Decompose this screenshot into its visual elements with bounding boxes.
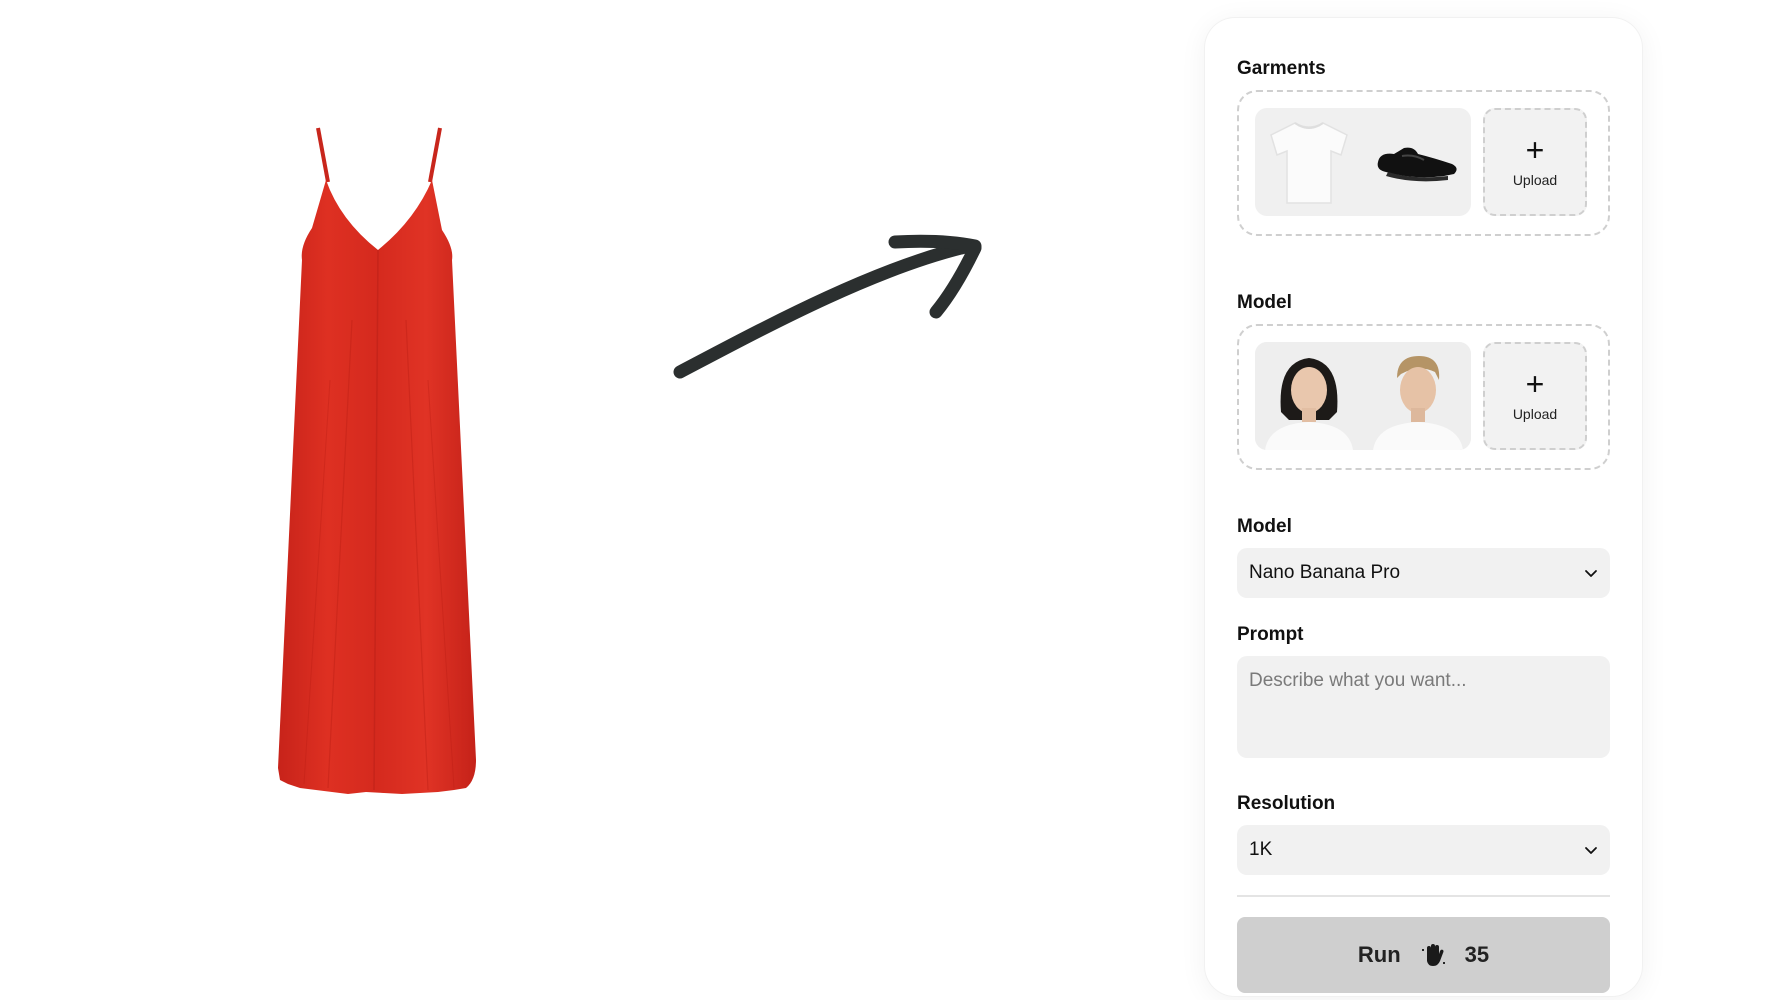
garment-thumb-tshirt[interactable]: [1255, 108, 1363, 216]
model-select-label: Model: [1237, 516, 1292, 537]
prompt-input[interactable]: [1237, 656, 1610, 758]
arrow-icon: [670, 200, 1050, 390]
garment-thumbnails: [1255, 108, 1471, 216]
prompt-block: Prompt: [1237, 624, 1610, 763]
model-dropzone[interactable]: + Upload: [1237, 324, 1610, 470]
chevron-down-icon: [1585, 570, 1597, 577]
red-dress-image: [240, 120, 540, 880]
run-cost: 35: [1464, 942, 1490, 967]
shoe-icon: [1377, 147, 1457, 182]
garments-label: Garments: [1237, 58, 1326, 79]
garment-upload-label: Upload: [1512, 172, 1558, 188]
run-label: Run: [1357, 942, 1401, 967]
female-model-image: [1255, 342, 1363, 450]
divider: [1237, 895, 1610, 897]
credits-hand-icon: [1421, 944, 1445, 966]
tshirt-icon: [1270, 122, 1348, 204]
generation-panel: Garments + Upload Model + Upload Model N…: [1205, 18, 1642, 996]
model-thumbnails: [1255, 342, 1471, 450]
male-model-image: [1363, 342, 1471, 450]
resolution-value: 1K: [1249, 839, 1273, 860]
canvas: Garments + Upload Model + Upload Model N…: [0, 0, 1765, 1000]
plus-icon: +: [1525, 366, 1545, 402]
resolution-select[interactable]: 1K: [1237, 825, 1610, 875]
model-upload-button[interactable]: + Upload: [1483, 342, 1587, 450]
prompt-label: Prompt: [1237, 624, 1304, 645]
model-upload-label: Upload: [1512, 406, 1558, 422]
model-select-value: Nano Banana Pro: [1249, 562, 1401, 583]
model-images-section: Model + Upload: [1237, 292, 1610, 470]
garments-section: Garments + Upload: [1237, 58, 1610, 236]
plus-icon: +: [1525, 132, 1545, 168]
model-select[interactable]: Nano Banana Pro: [1237, 548, 1610, 598]
garment-thumb-loafers[interactable]: [1363, 108, 1471, 216]
garment-upload-button[interactable]: + Upload: [1483, 108, 1587, 216]
model-images-label: Model: [1237, 292, 1292, 313]
model-select-block: Model Nano Banana Pro: [1237, 516, 1610, 598]
chevron-down-icon: [1585, 847, 1597, 854]
model-thumb-male[interactable]: [1363, 342, 1471, 450]
run-button[interactable]: Run 35: [1237, 917, 1610, 993]
resolution-label: Resolution: [1237, 793, 1336, 814]
model-thumb-female[interactable]: [1255, 342, 1363, 450]
resolution-block: Resolution 1K: [1237, 793, 1610, 875]
garments-dropzone[interactable]: + Upload: [1237, 90, 1610, 236]
